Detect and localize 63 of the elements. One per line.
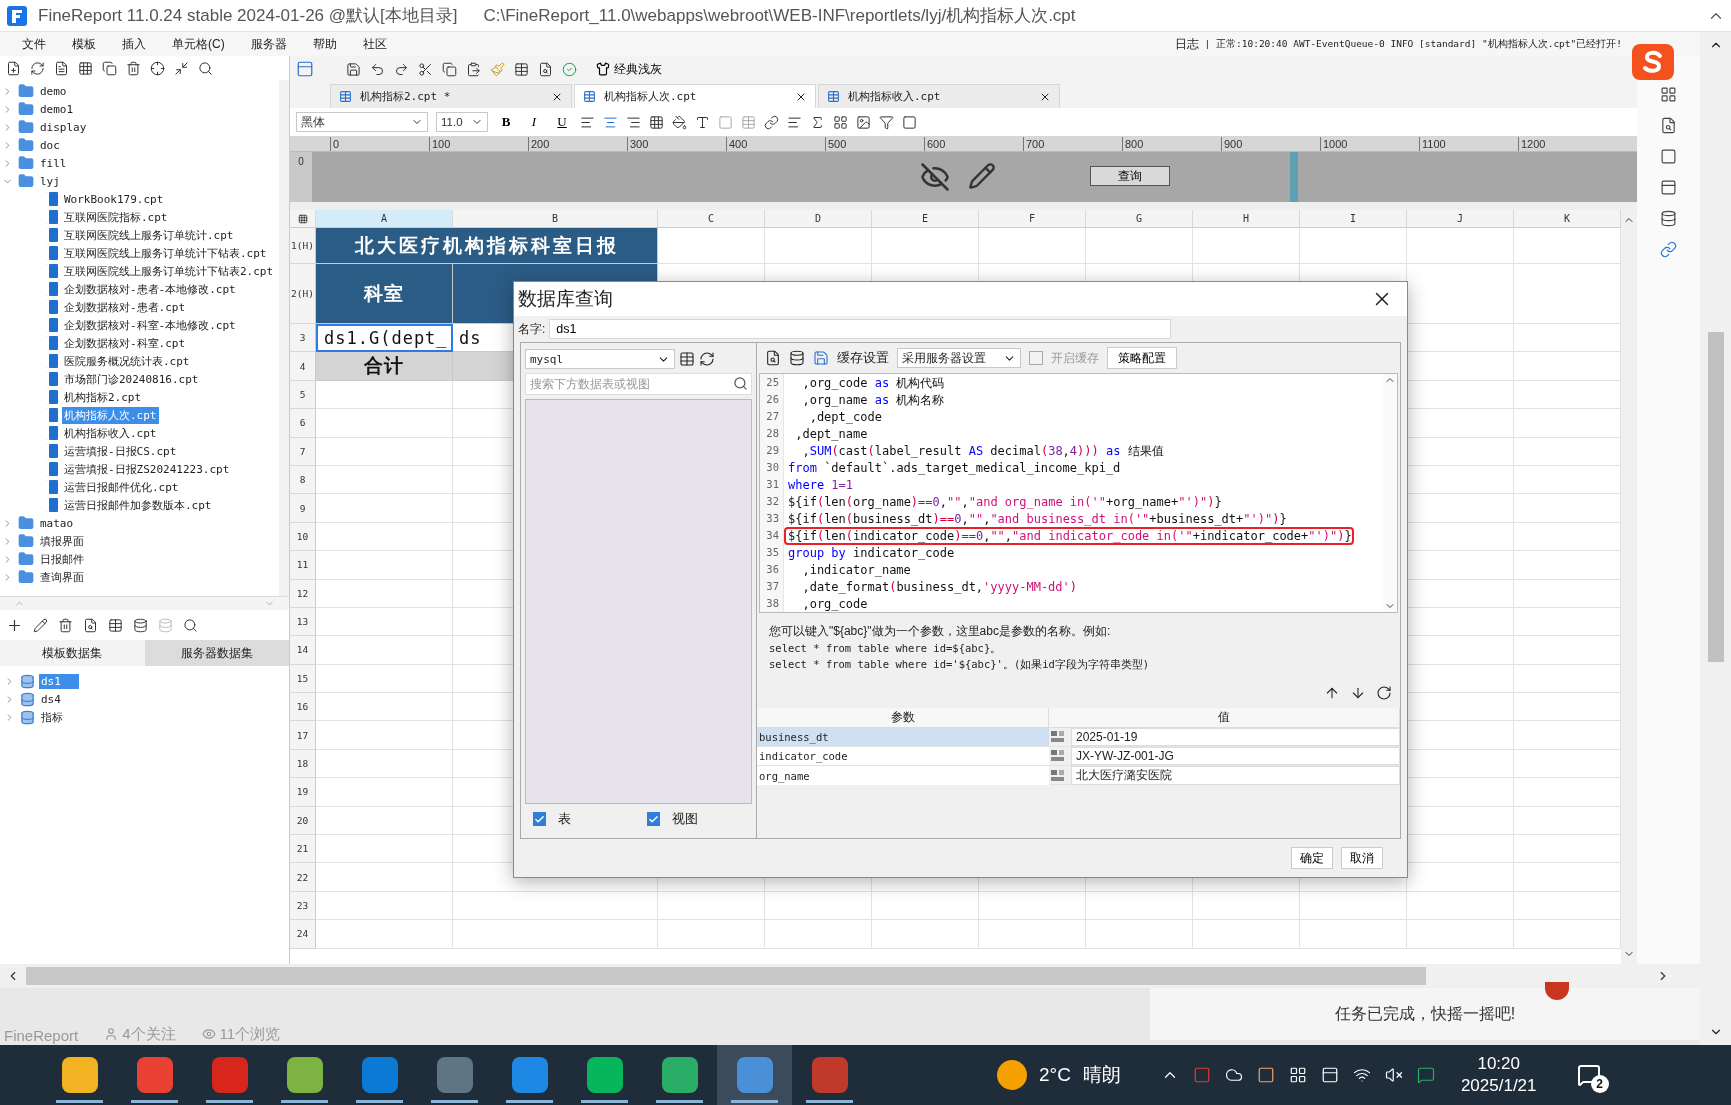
code-line: where 1=1 — [787, 477, 854, 492]
line-number: 33 — [760, 510, 784, 527]
line-number: 37 — [760, 578, 784, 595]
help-text: select * from table where id=${abc}。 — [769, 642, 1003, 656]
line-number: 30 — [760, 459, 784, 476]
line-number: 26 — [760, 391, 784, 408]
code-line: ,SUM(cast(label_result AS decimal(38,4))) as 结果值 — [801, 443, 1164, 458]
line-number: 36 — [760, 561, 784, 578]
checkbox-label: 开启缓存 — [1051, 349, 1099, 367]
line-number: 31 — [760, 476, 784, 493]
ruler-label: 900 — [1221, 137, 1320, 151]
line-number: 29 — [760, 442, 784, 459]
ruler-label: 200 — [528, 137, 627, 151]
code-line: ,dept_code — [808, 409, 882, 424]
help-text: select * from table where id='${abc}'。(如果id字段为字符串类型) — [769, 658, 1151, 672]
ruler-label: 1200 — [1518, 137, 1617, 151]
ruler-label: 600 — [924, 137, 1023, 151]
line-number: 34 — [760, 527, 784, 544]
ruler-label: 0 — [290, 152, 312, 202]
checkbox-label: 视图 — [672, 810, 698, 828]
code-line: ,org_code — [801, 596, 868, 611]
ruler-label: 300 — [627, 137, 726, 151]
help-text: 您可以键入"${abc}"做为一个参数，这里abc是参数的名称。例如: — [769, 623, 1112, 640]
ruler-label: 400 — [726, 137, 825, 151]
ruler-label: 0 — [330, 137, 429, 151]
file-path: C:\FineReport_11.0\webapps\webroot\WEB-INF\reportlets/lyj/机构指标人次.cpt — [483, 5, 1076, 27]
line-number: 35 — [760, 544, 784, 561]
code-line: ,indicator_name — [801, 562, 911, 577]
checkbox-label: 表 — [558, 810, 571, 828]
line-number: 28 — [760, 425, 784, 442]
follow-count: 4个关注 — [122, 1025, 176, 1044]
dialog-title: 数据库查询 — [518, 287, 613, 311]
author-name: FineReport — [4, 1027, 79, 1045]
ruler-label: 1100 — [1419, 137, 1518, 151]
ruler-label: 1000 — [1320, 137, 1419, 151]
view-count: 11个浏览 — [219, 1025, 281, 1044]
code-line: from `default`.ads_target_medical_income_kpi_d — [787, 460, 1121, 475]
code-line: ,date_format(business_dt,'yyyy-MM-dd') — [801, 579, 1078, 594]
line-number: 32 — [760, 493, 784, 510]
temperature: 2°C — [1039, 1064, 1071, 1086]
toast-message: 任务已完成，快摇一摇吧! — [1150, 988, 1700, 1040]
weather-text: 晴朗 — [1082, 1063, 1121, 1087]
notification-count: 2 — [1590, 1075, 1609, 1093]
ruler-label: 100 — [429, 137, 528, 151]
window-title: FineReport 11.0.24 stable 2024-01-26 @默认[本地目录] — [38, 5, 458, 27]
ruler-label: 700 — [1023, 137, 1122, 151]
ruler-label: 500 — [825, 137, 924, 151]
field-label: 名字: — [518, 320, 546, 338]
column-header: 值 — [1049, 708, 1400, 727]
line-number: 38 — [760, 595, 784, 612]
log-message: | 正常:10:20:40 AWT-EventQueue-0 INFO [standard] "机构指标人次.cpt"已经打开! — [1204, 37, 1622, 51]
code-line: ,org_code as 机构代码 — [801, 375, 945, 390]
column-header: 参数 — [757, 708, 1049, 727]
code-line: ${if(len(indicator_code)==0,"","and indicator_code in('"+indicator_code+"')")} — [786, 528, 1352, 543]
code-line: ,dept_name — [794, 426, 868, 441]
code-line: ${if(len(org_name)==0,"","and org_name in('"+org_name+"')")} — [787, 494, 1222, 509]
code-line: group by indicator_code — [787, 545, 955, 560]
cache-label: 缓存设置 — [837, 349, 889, 367]
line-number: 27 — [760, 408, 784, 425]
ruler-label: 800 — [1122, 137, 1221, 151]
code-line: ,org_name as 机构名称 — [801, 392, 945, 407]
line-number: 25 — [760, 374, 784, 391]
code-line: ${if(len(business_dt)==0,"","and business_dt in('"+business_dt+"')")} — [787, 511, 1287, 526]
